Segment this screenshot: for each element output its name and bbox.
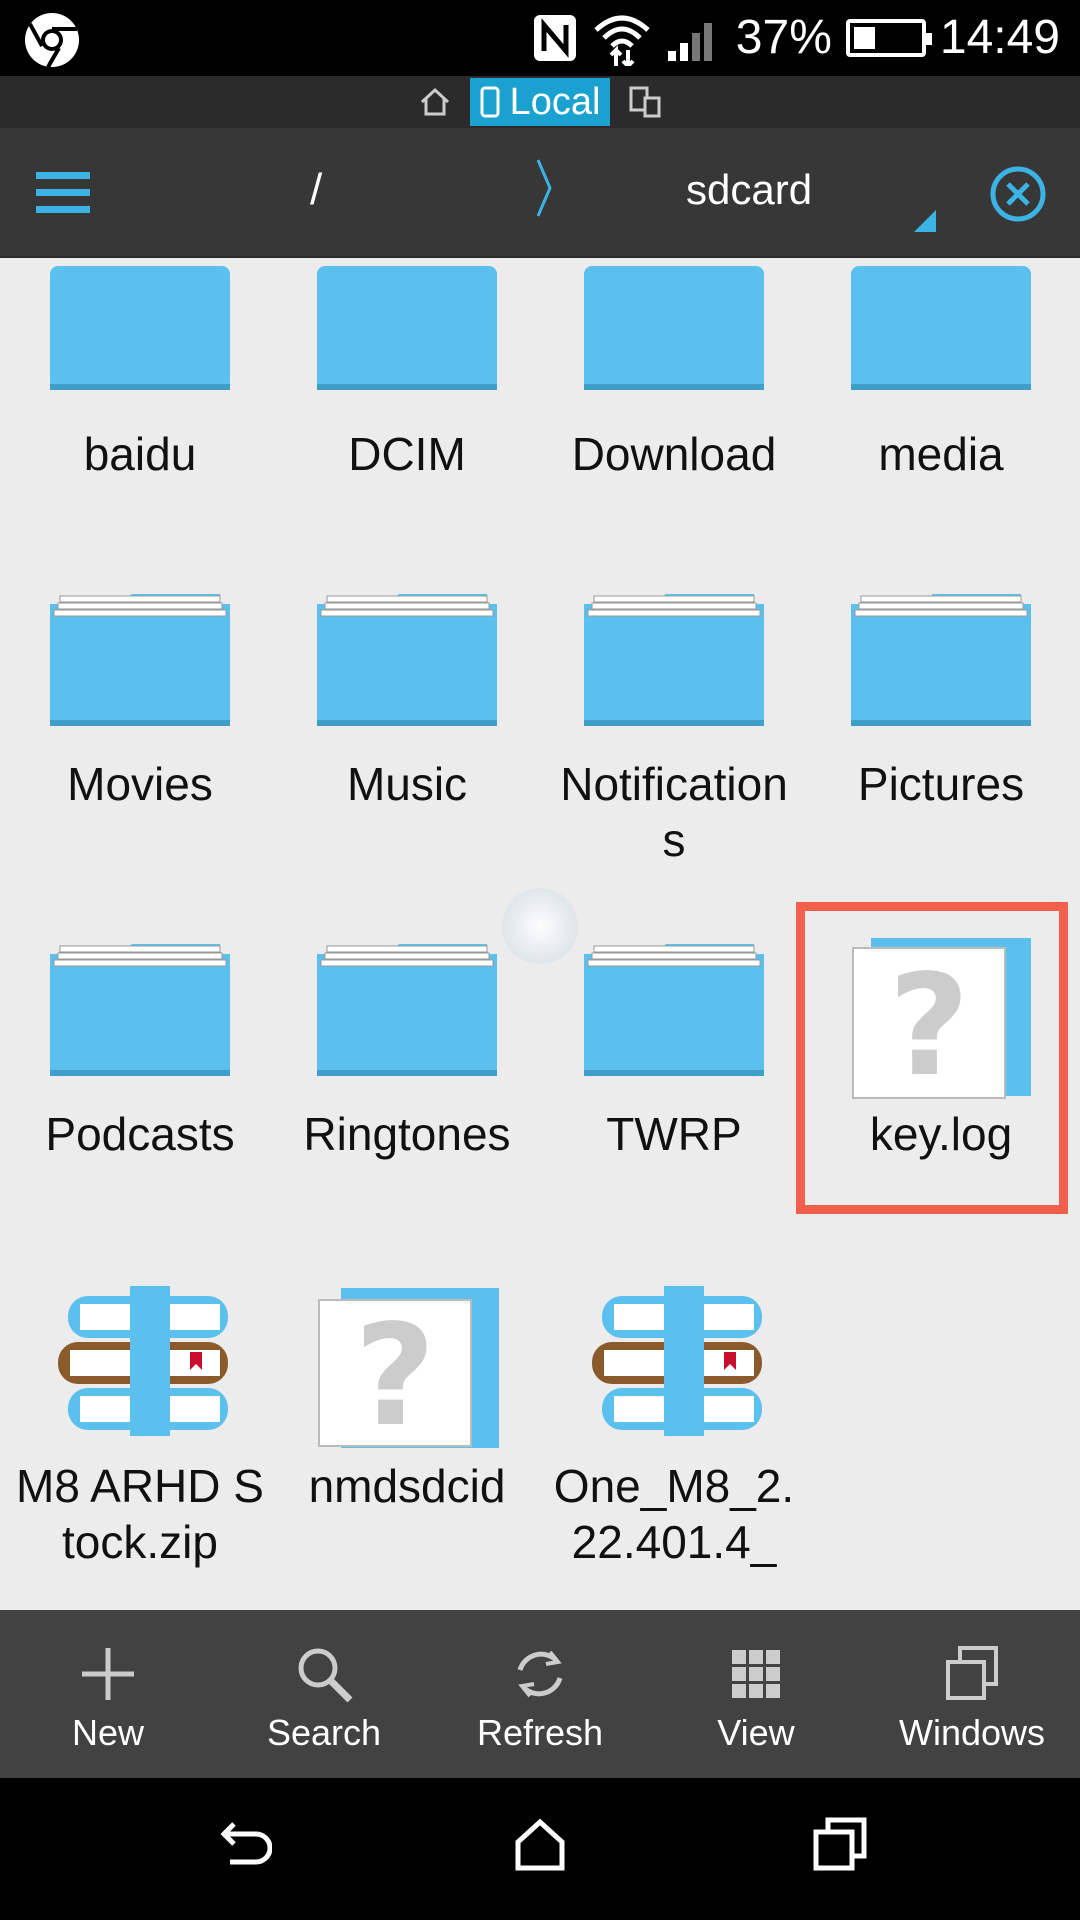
navigation-bar: [0, 1778, 1080, 1920]
folder-icon: [50, 266, 230, 390]
refresh-icon: [517, 1650, 563, 1698]
folder-icon: [584, 266, 764, 390]
status-bar: 37% 14:49: [0, 0, 1080, 76]
unknown-file-icon: ?: [852, 938, 1031, 1106]
svg-text:?: ?: [354, 1295, 435, 1458]
local-label: Local: [509, 81, 601, 123]
chrome-icon: [25, 13, 79, 69]
folder-item[interactable]: Pictures: [811, 576, 1071, 812]
archive-item[interactable]: One_M8_2.22.401.4_: [544, 1278, 804, 1570]
windows-button[interactable]: Windows: [864, 1610, 1080, 1778]
folder-icon: [50, 594, 230, 726]
new-button[interactable]: New: [0, 1610, 216, 1778]
folder-icon: [317, 266, 497, 390]
folder-item[interactable]: Music: [277, 576, 537, 812]
path-root[interactable]: /: [310, 160, 322, 220]
nfc-icon: [533, 15, 576, 61]
folder-item[interactable]: TWRP: [544, 926, 804, 1162]
folder-icon: [584, 594, 764, 726]
folder-item[interactable]: DCIM: [277, 258, 537, 482]
phone-icon: [480, 86, 500, 118]
refresh-button[interactable]: Refresh: [432, 1610, 648, 1778]
plus-icon: [82, 1648, 134, 1700]
archive-books-icon: [592, 1286, 762, 1436]
folder-item[interactable]: Download: [544, 258, 804, 482]
recent-apps-icon[interactable]: [810, 1814, 870, 1874]
folder-icon: [851, 594, 1031, 726]
svg-text:?: ?: [888, 945, 969, 1106]
folder-icon: [317, 594, 497, 726]
back-icon[interactable]: [212, 1814, 272, 1874]
path-bar: / sdcard: [0, 128, 1080, 258]
folder-item[interactable]: media: [811, 258, 1071, 482]
clock: 14:49: [939, 11, 1060, 64]
archive-books-icon: [58, 1286, 228, 1436]
archive-item[interactable]: M8 ARHD Stock.zip: [10, 1278, 270, 1570]
search-icon: [298, 1648, 353, 1703]
bottom-toolbar: New Search Refresh View Windows: [0, 1610, 1080, 1778]
folder-icon: [851, 266, 1031, 390]
local-tab[interactable]: Local: [469, 78, 611, 126]
folder-icon: [317, 944, 497, 1076]
windows-icon: [946, 1646, 998, 1700]
search-button[interactable]: Search: [216, 1610, 432, 1778]
file-grid: baidu DCIM Download media Movies Music N…: [0, 258, 1080, 1610]
folder-icon: [50, 944, 230, 1076]
home-nav-icon[interactable]: [510, 1814, 570, 1874]
path-current[interactable]: sdcard: [686, 160, 812, 220]
dropdown-triangle-icon[interactable]: [912, 208, 938, 234]
battery-percent: 37%: [735, 11, 832, 64]
folder-item[interactable]: baidu: [10, 258, 270, 482]
file-item[interactable]: ? key.log: [811, 926, 1071, 1162]
close-icon[interactable]: [988, 164, 1048, 224]
network-icon[interactable]: [628, 85, 662, 119]
battery-icon: [845, 19, 932, 57]
grid-view-icon: [732, 1650, 780, 1698]
path-separator-icon: [536, 159, 552, 217]
signal-icon: [667, 23, 712, 61]
location-strip: Local: [0, 76, 1080, 128]
wifi-icon: [594, 15, 650, 66]
folder-icon: [584, 944, 764, 1076]
folder-item[interactable]: Ringtones: [277, 926, 537, 1162]
home-icon[interactable]: [418, 85, 452, 119]
file-item[interactable]: ? nmdsdcid: [277, 1278, 537, 1514]
folder-item[interactable]: Notifications: [544, 576, 804, 868]
folder-item[interactable]: Podcasts: [10, 926, 270, 1162]
folder-item[interactable]: Movies: [10, 576, 270, 812]
menu-icon[interactable]: [36, 168, 90, 218]
unknown-file-icon: ?: [318, 1288, 499, 1458]
view-button[interactable]: View: [648, 1610, 864, 1778]
